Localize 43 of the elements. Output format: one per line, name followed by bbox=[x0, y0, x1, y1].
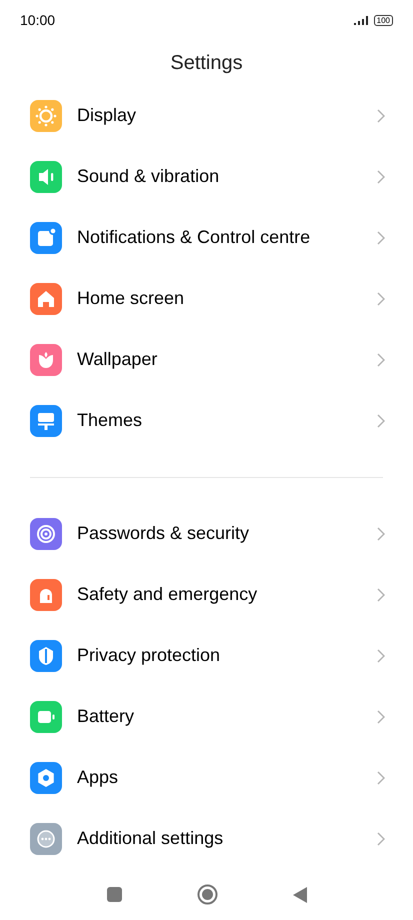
item-label: Passwords & security bbox=[77, 522, 250, 545]
item-label: Battery bbox=[77, 705, 136, 728]
item-label: Safety and emergency bbox=[77, 583, 258, 606]
chevron-icon bbox=[377, 710, 385, 724]
settings-item[interactable]: Wallpaper bbox=[0, 329, 413, 390]
settings-item[interactable]: Display bbox=[0, 85, 413, 146]
item-label: Home screen bbox=[77, 287, 186, 310]
page-title: Settings bbox=[170, 50, 243, 76]
settings-item[interactable]: Privacy protection bbox=[0, 625, 413, 686]
settings-item[interactable]: Safety and emergency bbox=[0, 564, 413, 625]
item-label: Notifications & Control centre bbox=[77, 226, 312, 249]
item-label: Display bbox=[77, 104, 138, 127]
item-label: Themes bbox=[77, 409, 144, 432]
settings-item[interactable]: Passwords & security bbox=[0, 503, 413, 564]
item-label: Sound & vibration bbox=[77, 165, 220, 188]
signal-icon bbox=[354, 16, 371, 24]
item-label: Additional settings bbox=[77, 827, 224, 850]
settings-item[interactable]: Notifications & Control centre bbox=[0, 207, 413, 268]
chevron-icon bbox=[377, 588, 385, 602]
settings-item[interactable]: Themes bbox=[0, 390, 413, 451]
chevron-icon bbox=[377, 170, 385, 184]
chevron-icon bbox=[377, 526, 385, 540]
battery-indicator: 100 bbox=[374, 14, 393, 26]
settings-item[interactable]: Battery bbox=[0, 686, 413, 747]
chevron-icon bbox=[377, 292, 385, 306]
chevron-icon bbox=[377, 352, 385, 366]
home-button[interactable] bbox=[196, 884, 218, 905]
settings-item[interactable]: Sound & vibration bbox=[0, 146, 413, 207]
settings-item[interactable]: Home screen bbox=[0, 268, 413, 329]
back-button[interactable] bbox=[292, 886, 306, 902]
chevron-icon bbox=[377, 648, 385, 662]
chevron-icon bbox=[377, 230, 385, 244]
item-label: Wallpaper bbox=[77, 348, 158, 371]
chevron-icon bbox=[377, 832, 385, 846]
settings-item[interactable]: Additional settings bbox=[0, 808, 413, 869]
item-label: Privacy protection bbox=[77, 644, 222, 667]
item-label: Apps bbox=[77, 766, 120, 789]
chevron-icon bbox=[377, 414, 385, 428]
chevron-icon bbox=[377, 770, 385, 784]
settings-item[interactable]: Apps bbox=[0, 747, 413, 808]
status-time: 10:00 bbox=[20, 10, 56, 30]
recents-button[interactable] bbox=[106, 887, 122, 902]
chevron-icon bbox=[377, 108, 385, 122]
